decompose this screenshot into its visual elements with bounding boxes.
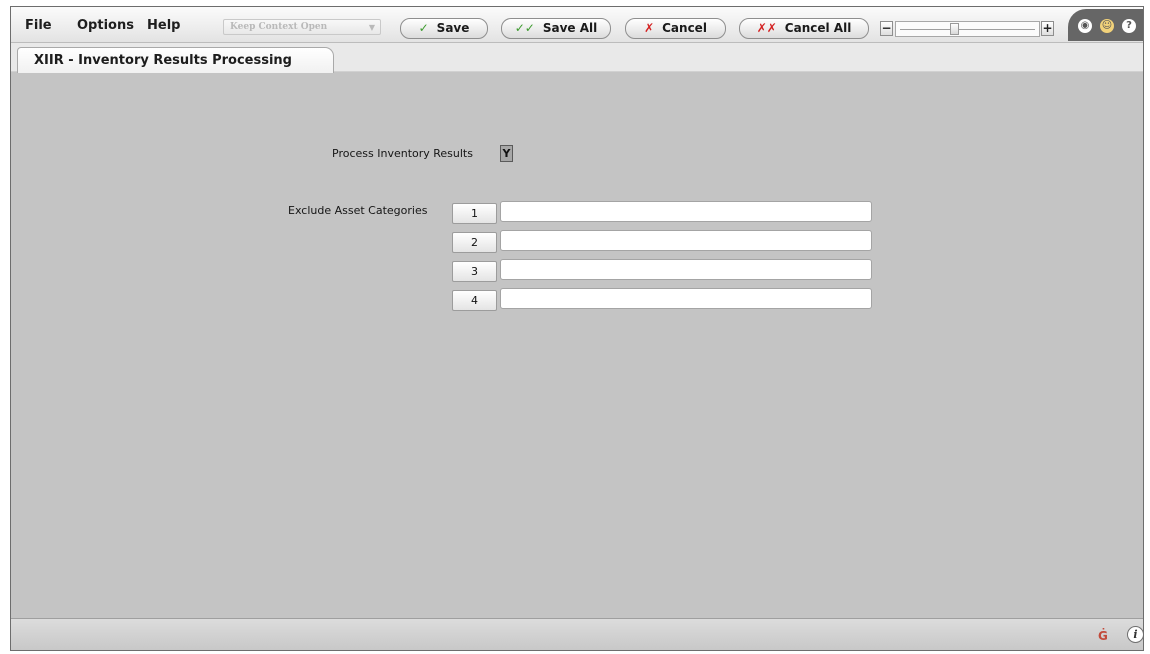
save-label: Save: [436, 21, 470, 35]
double-checkmark-icon: ✓✓: [514, 21, 535, 35]
application-window: File Options Help Keep Context Open ▼ ✓ S…: [10, 6, 1144, 651]
keep-context-open-dropdown[interactable]: Keep Context Open ▼: [223, 19, 381, 35]
utility-icons: ◉ ☺ ?: [1068, 9, 1143, 41]
options-menu[interactable]: Options: [77, 18, 134, 33]
cancel-button[interactable]: ✗ Cancel: [625, 18, 726, 39]
help-menu[interactable]: Help: [147, 18, 180, 33]
cancel-all-button[interactable]: ✗✗ Cancel All: [739, 18, 869, 39]
save-all-label: Save All: [542, 21, 598, 35]
save-all-button[interactable]: ✓✓ Save All: [501, 18, 611, 39]
category-2-lookup-button[interactable]: 2: [452, 232, 497, 253]
zoom-out-button[interactable]: −: [880, 21, 893, 36]
tab-xiir-inventory-results[interactable]: XIIR - Inventory Results Processing: [17, 47, 334, 73]
help-icon[interactable]: ?: [1122, 19, 1136, 33]
favorites-icon[interactable]: ☺: [1100, 19, 1114, 33]
zoom-slider-track: [900, 29, 1035, 30]
category-4-input[interactable]: [500, 288, 872, 309]
chevron-down-icon: ▼: [368, 22, 375, 32]
info-icon[interactable]: i: [1127, 626, 1143, 643]
zoom-slider-thumb[interactable]: [950, 23, 959, 35]
keep-context-open-label: Keep Context Open: [230, 22, 328, 32]
save-button[interactable]: ✓ Save: [400, 18, 488, 39]
category-3-input[interactable]: [500, 259, 872, 280]
zoom-in-button[interactable]: +: [1041, 21, 1054, 36]
exclude-asset-categories-label: Exclude Asset Categories: [288, 204, 428, 217]
checkmark-icon: ✓: [418, 21, 429, 35]
cancel-all-label: Cancel All: [784, 21, 852, 35]
double-x-icon: ✗✗: [756, 21, 777, 35]
globe-icon[interactable]: ◉: [1078, 19, 1092, 33]
category-4-lookup-button[interactable]: 4: [452, 290, 497, 311]
cancel-label: Cancel: [662, 21, 707, 35]
category-1-input[interactable]: [500, 201, 872, 222]
process-inventory-results-label: Process Inventory Results: [332, 147, 473, 160]
category-1-lookup-button[interactable]: 1: [452, 203, 497, 224]
status-bar: Ġ i: [11, 618, 1143, 650]
x-icon: ✗: [644, 21, 655, 35]
tab-strip: XIIR - Inventory Results Processing: [11, 43, 1143, 73]
lock-icon[interactable]: Ġ: [1098, 630, 1108, 642]
zoom-slider[interactable]: [895, 21, 1040, 37]
file-menu[interactable]: File: [25, 18, 52, 33]
process-inventory-results-field[interactable]: Y: [500, 145, 513, 162]
category-2-input[interactable]: [500, 230, 872, 251]
category-3-lookup-button[interactable]: 3: [452, 261, 497, 282]
main-toolbar: File Options Help Keep Context Open ▼ ✓ S…: [11, 7, 1143, 43]
